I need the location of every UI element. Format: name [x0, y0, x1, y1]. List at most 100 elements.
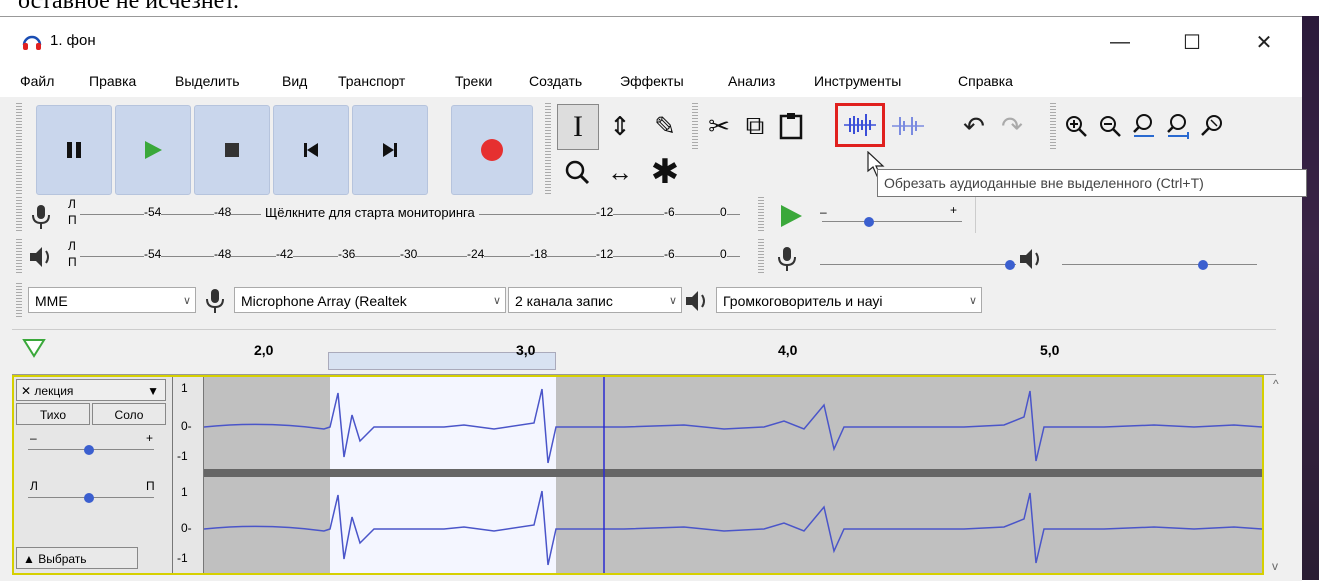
menu-file[interactable]: Файл: [20, 73, 54, 89]
multi-tool-icon[interactable]: ✱: [645, 150, 685, 194]
stop-button[interactable]: [194, 105, 270, 195]
gain-slider-thumb[interactable]: [82, 443, 96, 457]
speed-grip[interactable]: [758, 197, 764, 233]
play-volume-slider[interactable]: [1062, 264, 1257, 265]
rec-meter-right-label: П: [68, 213, 77, 227]
speaker-icon[interactable]: [28, 245, 56, 269]
microphone-icon[interactable]: [30, 203, 52, 231]
output-device-speaker-icon: [686, 291, 705, 311]
zoom-in-icon[interactable]: [1060, 104, 1092, 148]
rec-meter-grip[interactable]: [16, 197, 22, 233]
select-track-button[interactable]: ▲ Выбрать: [16, 547, 138, 569]
speed-plus: +: [950, 203, 958, 217]
selection-tool-icon[interactable]: I: [557, 104, 599, 150]
speed-minus: –: [820, 205, 827, 219]
audio-track[interactable]: ✕ лекция ▼ Тихо Соло – + Л П ▲ Выбрать 1 …: [12, 375, 1264, 575]
undo-icon[interactable]: ↶: [955, 104, 993, 148]
rec-volume-mic-icon: [778, 247, 796, 271]
skip-end-button[interactable]: [352, 105, 428, 195]
menu-generate[interactable]: Создать: [529, 73, 582, 89]
audacity-window: 1. фон — ☐ ✕ Файл Правка Выделить Вид Тр…: [0, 16, 1307, 581]
play-tick: -42: [276, 247, 294, 261]
mixer-grip[interactable]: [758, 239, 764, 275]
host-select[interactable]: MME ∨: [28, 287, 196, 313]
device-grip[interactable]: [16, 283, 22, 317]
menu-select[interactable]: Выделить: [175, 73, 240, 89]
scroll-down-icon[interactable]: v: [1272, 559, 1278, 573]
play-tick: -36: [338, 247, 356, 261]
pause-button[interactable]: [36, 105, 112, 195]
waveform-display[interactable]: [204, 377, 1262, 573]
clipboard-icon: [779, 113, 803, 140]
envelope-tool-icon[interactable]: ⇕: [600, 104, 640, 148]
ruler-label: 2,0: [254, 342, 274, 358]
menu-analyze[interactable]: Анализ: [728, 73, 775, 89]
record-button[interactable]: [451, 105, 533, 195]
maximize-button[interactable]: ☐: [1156, 17, 1228, 67]
zoom-grip[interactable]: [1050, 103, 1056, 149]
menu-tracks[interactable]: Треки: [455, 73, 492, 89]
input-device-select[interactable]: Microphone Array (Realtek ∨: [234, 287, 506, 313]
mute-button[interactable]: Тихо: [16, 403, 90, 425]
tools-grip[interactable]: [545, 103, 551, 195]
menu-tools[interactable]: Инструменты: [814, 73, 901, 89]
close-button[interactable]: ✕: [1228, 17, 1300, 67]
play-volume-thumb[interactable]: [1196, 258, 1210, 272]
fit-project-icon[interactable]: [1162, 104, 1194, 148]
menu-effects[interactable]: Эффекты: [620, 73, 684, 89]
track-name-menu[interactable]: ✕ лекция ▼: [16, 379, 166, 401]
edit-grip[interactable]: [692, 103, 698, 149]
ruler-play-head-icon[interactable]: [22, 338, 46, 358]
monitoring-prompt[interactable]: Щёлкните для старта мониторинга: [261, 205, 479, 220]
paste-icon[interactable]: [774, 104, 808, 148]
skip-end-icon: [383, 143, 397, 157]
channels-select[interactable]: 2 канала запис ∨: [508, 287, 682, 313]
menu-view[interactable]: Вид: [282, 73, 307, 89]
title-bar: 1. фон — ☐ ✕: [0, 17, 1302, 67]
minimize-button[interactable]: —: [1084, 17, 1156, 67]
play-tick: -54: [144, 247, 162, 261]
silence-audio-icon[interactable]: [888, 104, 928, 148]
trim-audio-button[interactable]: [835, 103, 885, 147]
play-icon: [145, 141, 162, 159]
input-device-mic-icon: [206, 289, 224, 313]
vertical-scrollbar[interactable]: ^ v: [1268, 375, 1288, 581]
timeshift-tool-icon[interactable]: ↔: [600, 150, 640, 194]
rec-tick: -6: [664, 205, 675, 219]
ruler-label: 4,0: [778, 342, 798, 358]
zoom-tool-icon[interactable]: [557, 150, 597, 194]
skip-start-button[interactable]: [273, 105, 349, 195]
pan-right-label: П: [146, 479, 155, 493]
copy-icon[interactable]: ⧉: [738, 104, 772, 148]
pan-left-label: Л: [30, 479, 38, 493]
output-device-select[interactable]: Громкоговоритель и науі ∨: [716, 287, 982, 313]
redo-icon[interactable]: ↷: [993, 104, 1031, 148]
rec-volume-slider[interactable]: [820, 264, 1016, 265]
ruler-label: 3,0: [516, 342, 536, 358]
toolbar-grip[interactable]: [16, 103, 22, 195]
scale-label: -1: [177, 551, 188, 565]
draw-tool-icon[interactable]: ✎: [645, 104, 685, 148]
menu-transport[interactable]: Транспорт: [338, 73, 405, 89]
solo-button[interactable]: Соло: [92, 403, 166, 425]
scroll-up-icon[interactable]: ^: [1273, 377, 1279, 391]
zoom-out-icon[interactable]: [1094, 104, 1126, 148]
menu-help[interactable]: Справка: [958, 73, 1013, 89]
scale-label: 1: [181, 381, 188, 395]
zoom-toggle-icon[interactable]: [1196, 104, 1228, 148]
cut-icon[interactable]: ✂: [702, 104, 736, 148]
pan-slider-thumb[interactable]: [82, 491, 96, 505]
speed-slider-thumb[interactable]: [862, 215, 876, 229]
rec-tick: -54: [144, 205, 162, 219]
fit-selection-icon[interactable]: [1128, 104, 1160, 148]
play-button[interactable]: [115, 105, 191, 195]
speed-slider[interactable]: [822, 221, 962, 222]
stop-icon: [225, 143, 239, 157]
timeline-ruler[interactable]: 2,0 3,0 4,0 5,0: [12, 329, 1276, 375]
menu-edit[interactable]: Правка: [89, 73, 136, 89]
play-meter-grip[interactable]: [16, 239, 22, 275]
rec-volume-thumb[interactable]: [1003, 258, 1017, 272]
menu-bar: Файл Правка Выделить Вид Транспорт Треки…: [0, 67, 1302, 97]
desktop-background: [1302, 16, 1319, 580]
play-at-speed-icon[interactable]: [778, 203, 804, 229]
